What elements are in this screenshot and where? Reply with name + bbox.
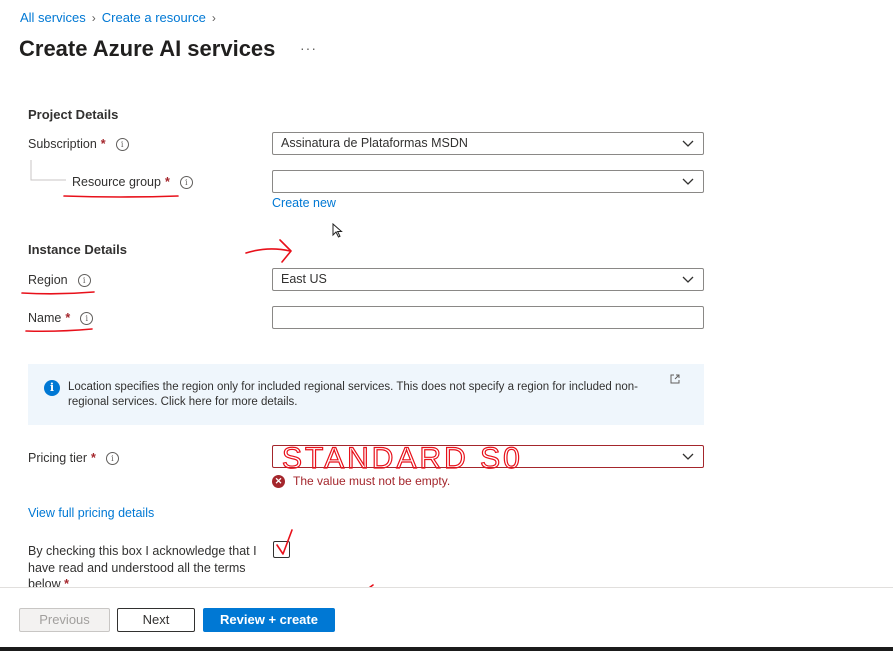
info-icon[interactable]: i [179,175,193,189]
location-info-box: i Location specifies the region only for… [28,364,704,425]
info-icon[interactable]: i [105,451,119,465]
breadcrumb-all-services[interactable]: All services [20,10,86,25]
chevron-right-icon: › [211,10,216,25]
required-marker: * [91,451,96,465]
subscription-label: Subscription * i [28,137,129,151]
underline-region [21,291,95,295]
page-title: Create Azure AI services [19,36,276,61]
acknowledge-checkbox[interactable] [273,541,290,558]
underline-resource-group [63,195,179,198]
window-bottom-edge [0,647,893,651]
pricing-error-message: ✕ The value must not be empty. [272,474,450,488]
instance-details-heading: Instance Details [28,242,127,257]
chevron-down-icon [682,140,694,147]
more-options-icon[interactable]: ··· [300,40,317,56]
chevron-down-icon [682,276,694,283]
previous-button[interactable]: Previous [19,608,110,632]
info-icon[interactable]: i [77,273,91,287]
location-info-text[interactable]: Location specifies the region only for i… [68,380,658,410]
create-new-link[interactable]: Create new [272,196,336,210]
chevron-down-icon [682,178,694,185]
pricing-tier-label: Pricing tier * i [28,451,119,465]
breadcrumb: All services › Create a resource › [20,10,216,25]
underline-name [25,328,93,333]
info-icon[interactable]: i [80,311,94,325]
next-button[interactable]: Next [117,608,195,632]
tree-connector [30,160,66,181]
chevron-right-icon: › [91,10,96,25]
resource-group-label: Resource group * i [72,175,193,189]
arrow-to-region-icon [245,239,292,263]
name-input[interactable] [272,306,704,329]
resource-group-select[interactable] [272,170,704,193]
footer-bar: Previous Next Review + create [0,587,893,652]
region-label: Region i [28,273,91,287]
info-filled-icon: i [44,380,60,396]
pricing-tier-select[interactable] [272,445,704,468]
project-details-heading: Project Details [28,107,119,122]
review-create-button[interactable]: Review + create [203,608,335,632]
error-icon: ✕ [272,474,285,488]
external-link-icon[interactable] [670,374,680,384]
info-icon[interactable]: i [115,137,129,151]
subscription-select[interactable]: Assinatura de Plataformas MSDN [272,132,704,155]
required-marker: * [164,175,170,189]
required-marker: * [64,577,70,587]
chevron-down-icon [682,453,694,460]
breadcrumb-create-resource[interactable]: Create a resource [102,10,206,25]
mouse-cursor-icon [332,223,343,238]
name-label: Name * i [28,311,94,325]
view-pricing-link[interactable]: View full pricing details [28,506,154,520]
required-marker: * [100,137,106,151]
acknowledge-text: By checking this box I acknowledge that … [28,543,268,587]
region-select[interactable]: East US [272,268,704,291]
required-marker: * [65,311,71,325]
